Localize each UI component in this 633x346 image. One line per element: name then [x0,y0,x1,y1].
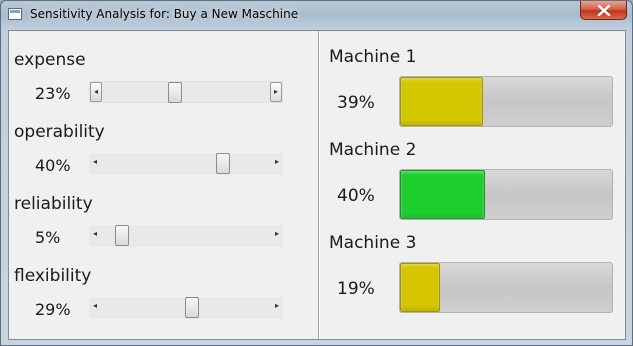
title-bar[interactable]: Sensitivity Analysis for: Buy a New Masc… [1,1,632,29]
machine-percent-1: 39% [337,93,375,113]
criterion-percent-reliability: 5% [35,228,61,247]
panel-divider[interactable] [318,31,320,339]
slider-left-arrow-icon[interactable]: ◂ [90,82,102,102]
criterion-label-reliability: reliability [14,194,93,214]
machine-3-progress-fill [400,263,441,312]
operability-slider[interactable]: ◂ ▸ [89,153,283,175]
criterion-label-expense: expense [14,50,86,70]
slider-right-arrow-icon[interactable]: ▸ [271,153,283,173]
sensitivity-window: Sensitivity Analysis for: Buy a New Masc… [0,0,633,346]
client-area: expense 23% ◂ ▸ operability 40% ◂ ▸ reli… [8,30,626,340]
window-app-icon[interactable] [8,8,22,20]
flexibility-slider[interactable]: ◂ ▸ [89,297,283,319]
criterion-percent-expense: 23% [35,84,71,103]
expense-slider[interactable]: ◂ ▸ [89,81,283,103]
machine-label-2: Machine 2 [329,140,417,160]
close-button[interactable] [580,1,627,20]
machine-2-progress-bar [399,169,613,220]
criterion-percent-flexibility: 29% [35,300,71,319]
flexibility-slider-thumb[interactable] [184,297,199,318]
criteria-panel: expense 23% ◂ ▸ operability 40% ◂ ▸ reli… [9,31,319,339]
machine-percent-2: 40% [337,186,375,206]
criterion-percent-operability: 40% [35,156,71,175]
expense-slider-thumb[interactable] [168,82,183,103]
machine-1-progress-fill [400,77,483,126]
machine-label-1: Machine 1 [329,47,417,67]
slider-left-arrow-icon[interactable]: ◂ [89,225,101,245]
machine-percent-3: 19% [337,279,375,299]
reliability-slider-thumb[interactable] [115,225,130,246]
machine-2-progress-fill [400,170,485,219]
slider-left-arrow-icon[interactable]: ◂ [89,297,101,317]
operability-slider-thumb[interactable] [216,153,231,174]
slider-right-arrow-icon[interactable]: ▸ [270,82,282,102]
criterion-label-flexibility: flexibility [14,266,92,286]
slider-right-arrow-icon[interactable]: ▸ [271,297,283,317]
close-icon [597,5,611,16]
machine-label-3: Machine 3 [329,233,417,253]
slider-right-arrow-icon[interactable]: ▸ [271,225,283,245]
window-title: Sensitivity Analysis for: Buy a New Masc… [30,7,299,21]
machine-3-progress-bar [399,262,613,313]
criterion-label-operability: operability [14,122,105,142]
slider-left-arrow-icon[interactable]: ◂ [89,153,101,173]
machine-1-progress-bar [399,76,613,127]
reliability-slider[interactable]: ◂ ▸ [89,225,283,247]
